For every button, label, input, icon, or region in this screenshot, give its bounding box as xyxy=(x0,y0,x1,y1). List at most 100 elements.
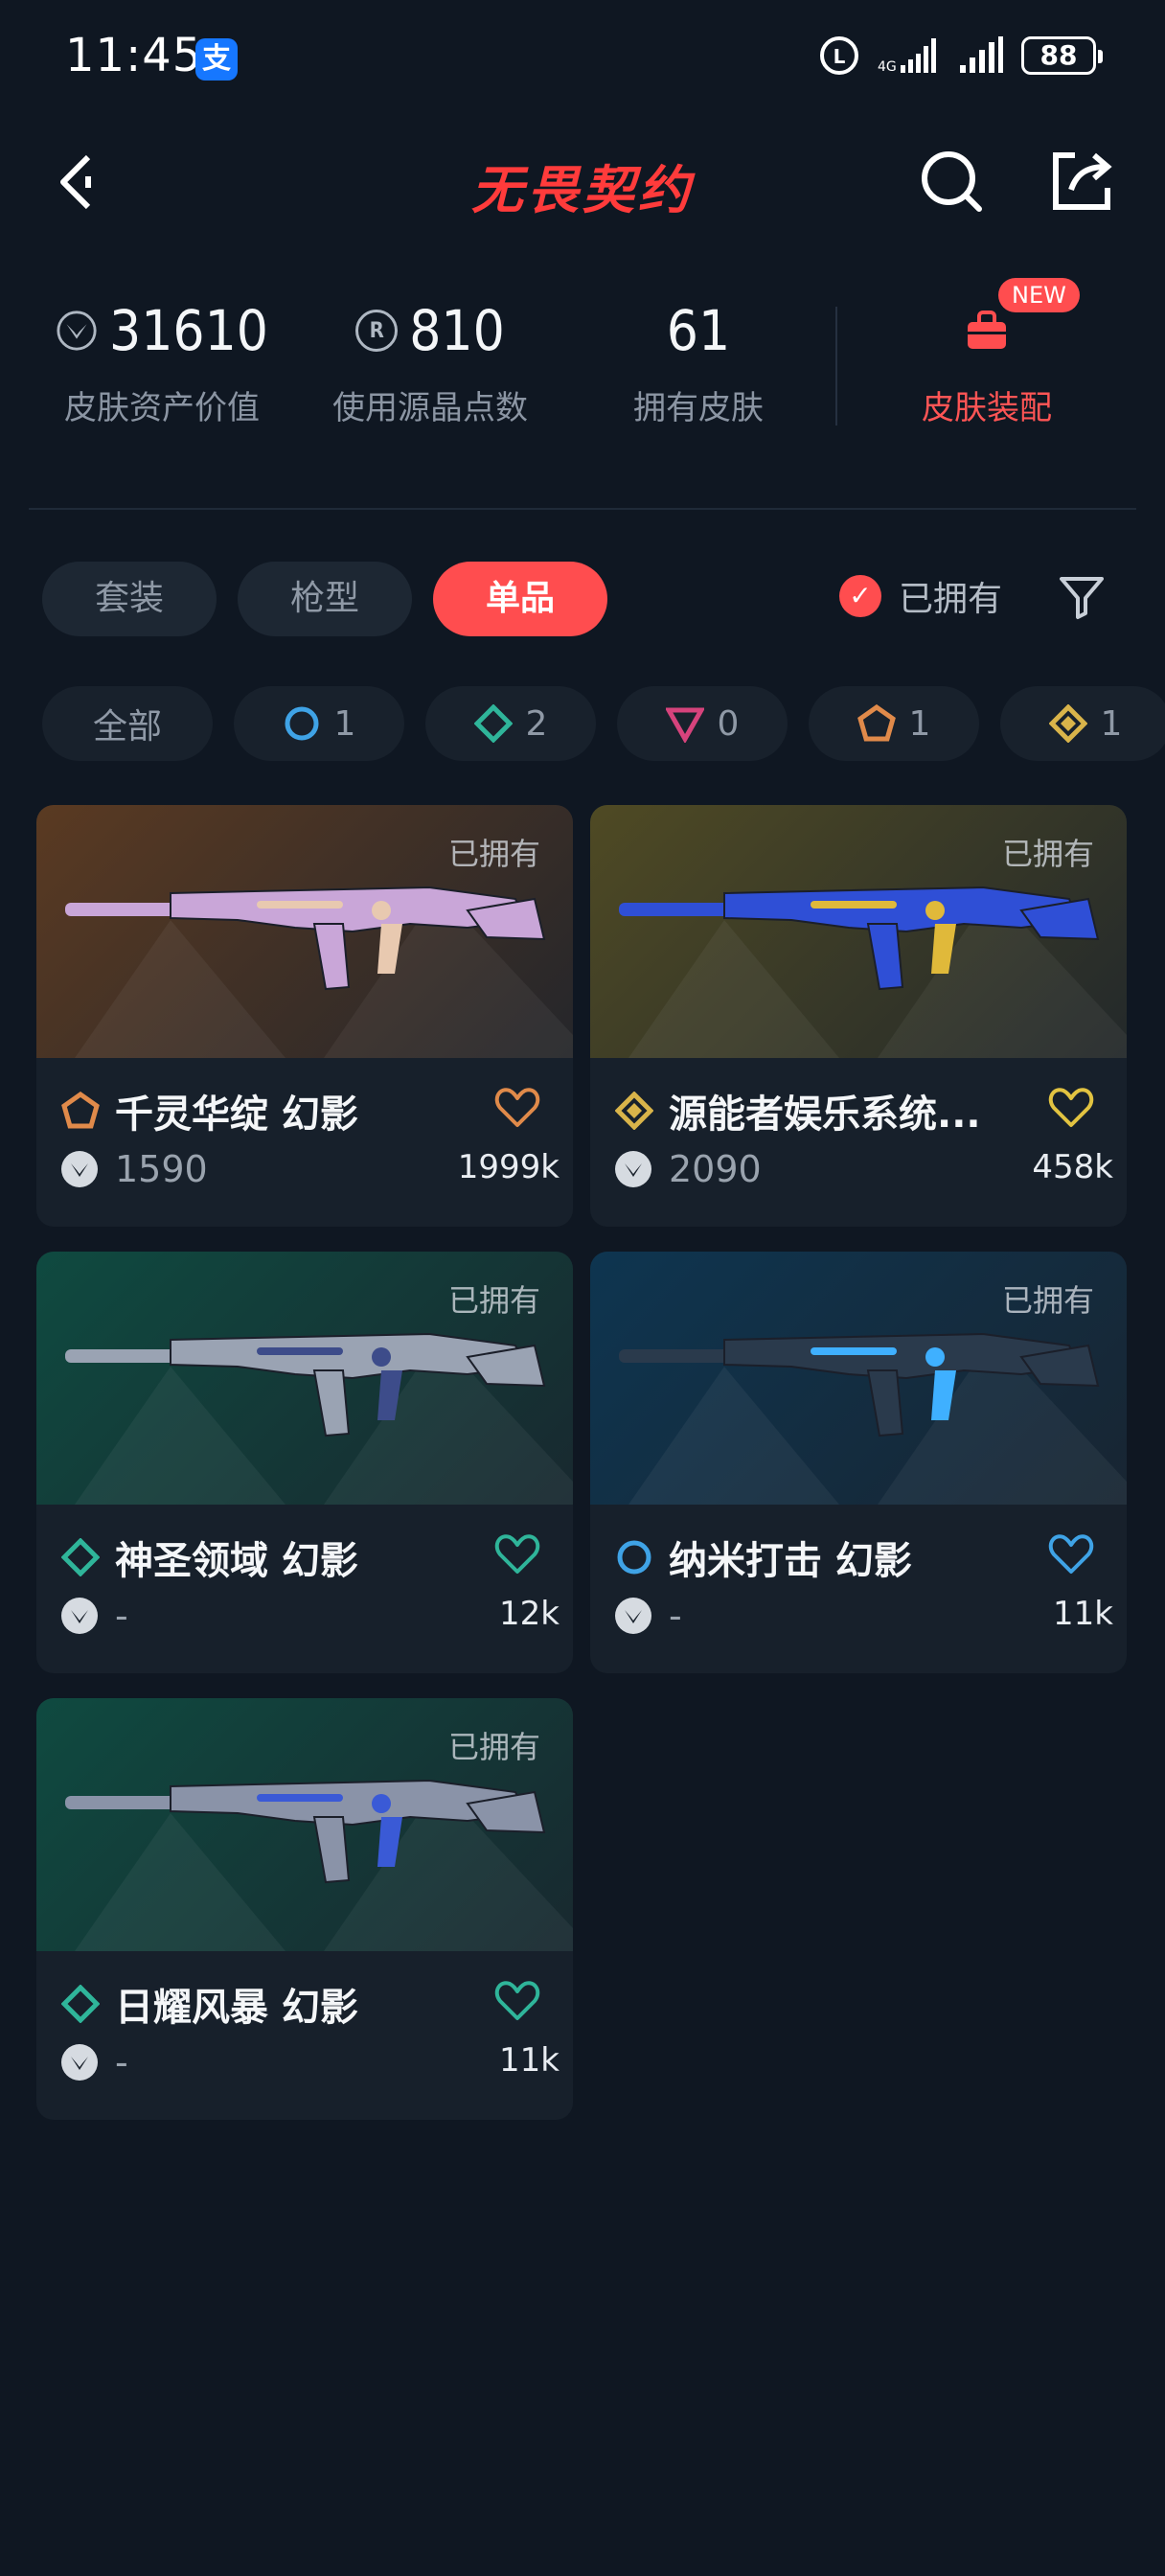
heart-icon[interactable] xyxy=(1048,1087,1094,1129)
valorant-points-icon xyxy=(615,1151,651,1187)
valorant-points-icon xyxy=(57,310,97,351)
skin-name: 神圣领域 幻影 xyxy=(115,1539,358,1583)
volte-icon: L xyxy=(820,36,858,75)
price-row: 1590 xyxy=(61,1148,208,1190)
skin-title-row: 纳米打击 幻影 xyxy=(615,1530,1017,1585)
owned-skins-value: 61 xyxy=(666,298,731,363)
alipay-icon: 支 xyxy=(195,38,238,80)
section-divider xyxy=(29,508,1136,510)
app-logo: 无畏契约 xyxy=(471,160,694,220)
skin-image: 已拥有 xyxy=(590,1252,1127,1505)
signal-icon-2 xyxy=(960,36,1003,73)
valorant-points-icon xyxy=(61,2044,98,2081)
like-count: 12k xyxy=(499,1595,560,1633)
heart-icon[interactable] xyxy=(494,1533,540,1576)
valorant-points-icon xyxy=(61,1151,98,1187)
skin-card[interactable]: 已拥有 源能者娱乐系统... 2090 458k xyxy=(590,805,1127,1227)
exclusive-tier-icon xyxy=(857,704,896,742)
stats-divider xyxy=(835,307,837,426)
skin-price: 2090 xyxy=(669,1148,762,1190)
price-row: 2090 xyxy=(615,1148,762,1190)
chip-select-tier[interactable]: 1 xyxy=(234,686,404,761)
skin-card[interactable]: 已拥有 纳米打击 幻影 - 11k xyxy=(590,1252,1127,1673)
stat-radianite: R 810 使用源晶点数 xyxy=(324,288,537,428)
status-bar: 11:45 支 L 4G 88 xyxy=(0,0,1165,115)
skin-card[interactable]: 已拥有 神圣领域 幻影 - 12k xyxy=(36,1252,573,1673)
new-badge: NEW xyxy=(998,278,1080,312)
heart-icon[interactable] xyxy=(494,1087,540,1129)
chip-ultra-tier[interactable]: 1 xyxy=(1000,686,1165,761)
skin-image: 已拥有 xyxy=(36,1252,573,1505)
category-tabs: 套装 枪型 单品 xyxy=(42,562,607,636)
tab-sets[interactable]: 套装 xyxy=(42,562,217,636)
chip-exclusive-tier[interactable]: 1 xyxy=(809,686,979,761)
rarity-tier-icon xyxy=(61,1985,100,2023)
stats-panel: 31610 皮肤资产价值 R 810 使用源晶点数 61 拥有皮肤 皮肤装配 N… xyxy=(0,278,1165,450)
chip-all[interactable]: 全部 xyxy=(42,686,213,761)
status-indicators: L 4G 88 xyxy=(818,34,1103,77)
price-row: - xyxy=(61,1595,128,1637)
heart-icon[interactable] xyxy=(1048,1533,1094,1576)
share-icon[interactable] xyxy=(1048,148,1115,215)
rarity-tier-icon xyxy=(61,1092,100,1129)
heart-icon[interactable] xyxy=(494,1980,540,2022)
owned-filter-toggle[interactable]: ✓ 已拥有 xyxy=(839,571,1002,621)
back-arrow-icon[interactable] xyxy=(46,144,113,220)
skin-image: 已拥有 xyxy=(590,805,1127,1058)
search-icon[interactable] xyxy=(918,148,985,215)
skin-title-row: 日耀风暴 幻影 xyxy=(61,1976,464,2032)
chip-deluxe-tier[interactable]: 2 xyxy=(425,686,596,761)
ultra-tier-icon xyxy=(1048,704,1087,743)
owned-tag: 已拥有 xyxy=(447,1729,540,1765)
app-header: 无畏契约 xyxy=(0,134,1165,230)
deluxe-tier-icon xyxy=(473,704,513,743)
valorant-points-icon xyxy=(615,1598,651,1634)
like-count: 458k xyxy=(1032,1148,1113,1186)
owned-filter-label: 已拥有 xyxy=(899,580,1003,619)
skin-image: 已拥有 xyxy=(36,805,573,1058)
skin-card[interactable]: 已拥有 千灵华绽 幻影 1590 1999k xyxy=(36,805,573,1227)
skin-title-row: 源能者娱乐系统... xyxy=(615,1083,1017,1138)
asset-value-label: 皮肤资产价值 xyxy=(64,389,260,427)
skin-card[interactable]: 已拥有 日耀风暴 幻影 - 11k xyxy=(36,1698,573,2120)
skin-name: 千灵华绽 幻影 xyxy=(115,1092,358,1137)
like-count: 11k xyxy=(1053,1595,1113,1633)
skin-name: 源能者娱乐系统... xyxy=(669,1092,981,1137)
chip-count: 1 xyxy=(333,703,356,744)
skin-price: 1590 xyxy=(115,1148,208,1190)
like-count: 1999k xyxy=(457,1148,560,1186)
skin-name: 纳米打击 幻影 xyxy=(669,1539,912,1583)
battery-icon: 88 xyxy=(1021,36,1103,75)
owned-skins-label: 拥有皮肤 xyxy=(633,389,764,427)
svg-text:L: L xyxy=(834,45,846,68)
skin-image: 已拥有 xyxy=(36,1698,573,1951)
chip-premium-tier[interactable]: 0 xyxy=(617,686,788,761)
rarity-tier-icon xyxy=(61,1538,100,1576)
tab-weapon-types[interactable]: 枪型 xyxy=(238,562,412,636)
signal-icon-1: 4G xyxy=(878,38,936,75)
owned-tag: 已拥有 xyxy=(1001,836,1094,872)
owned-tag: 已拥有 xyxy=(1001,1282,1094,1319)
asset-value: 31610 xyxy=(109,298,268,363)
radianite-value: 810 xyxy=(409,298,505,363)
premium-tier-icon xyxy=(665,707,704,743)
rarity-tier-icon xyxy=(617,1540,651,1575)
filter-icon[interactable] xyxy=(1056,571,1108,623)
rarity-filter-chips: 全部 1 2 0 1 1 xyxy=(42,686,1165,761)
loadout-bag-icon xyxy=(968,310,1006,349)
radianite-icon: R xyxy=(355,310,399,352)
chip-all-label: 全部 xyxy=(92,707,162,747)
skin-price: - xyxy=(115,1595,128,1637)
svg-text:4G: 4G xyxy=(878,59,897,75)
like-count: 11k xyxy=(499,2041,560,2080)
chip-count: 2 xyxy=(525,703,548,744)
price-row: - xyxy=(61,2041,128,2083)
owned-tag: 已拥有 xyxy=(447,1282,540,1319)
skin-title-row: 神圣领域 幻影 xyxy=(61,1530,464,1585)
owned-tag: 已拥有 xyxy=(447,836,540,872)
skin-title-row: 千灵华绽 幻影 xyxy=(61,1083,464,1138)
valorant-points-icon xyxy=(61,1598,98,1634)
select-tier-icon xyxy=(285,706,319,741)
skin-price: - xyxy=(669,1595,682,1637)
tab-single-items[interactable]: 单品 xyxy=(433,562,607,636)
